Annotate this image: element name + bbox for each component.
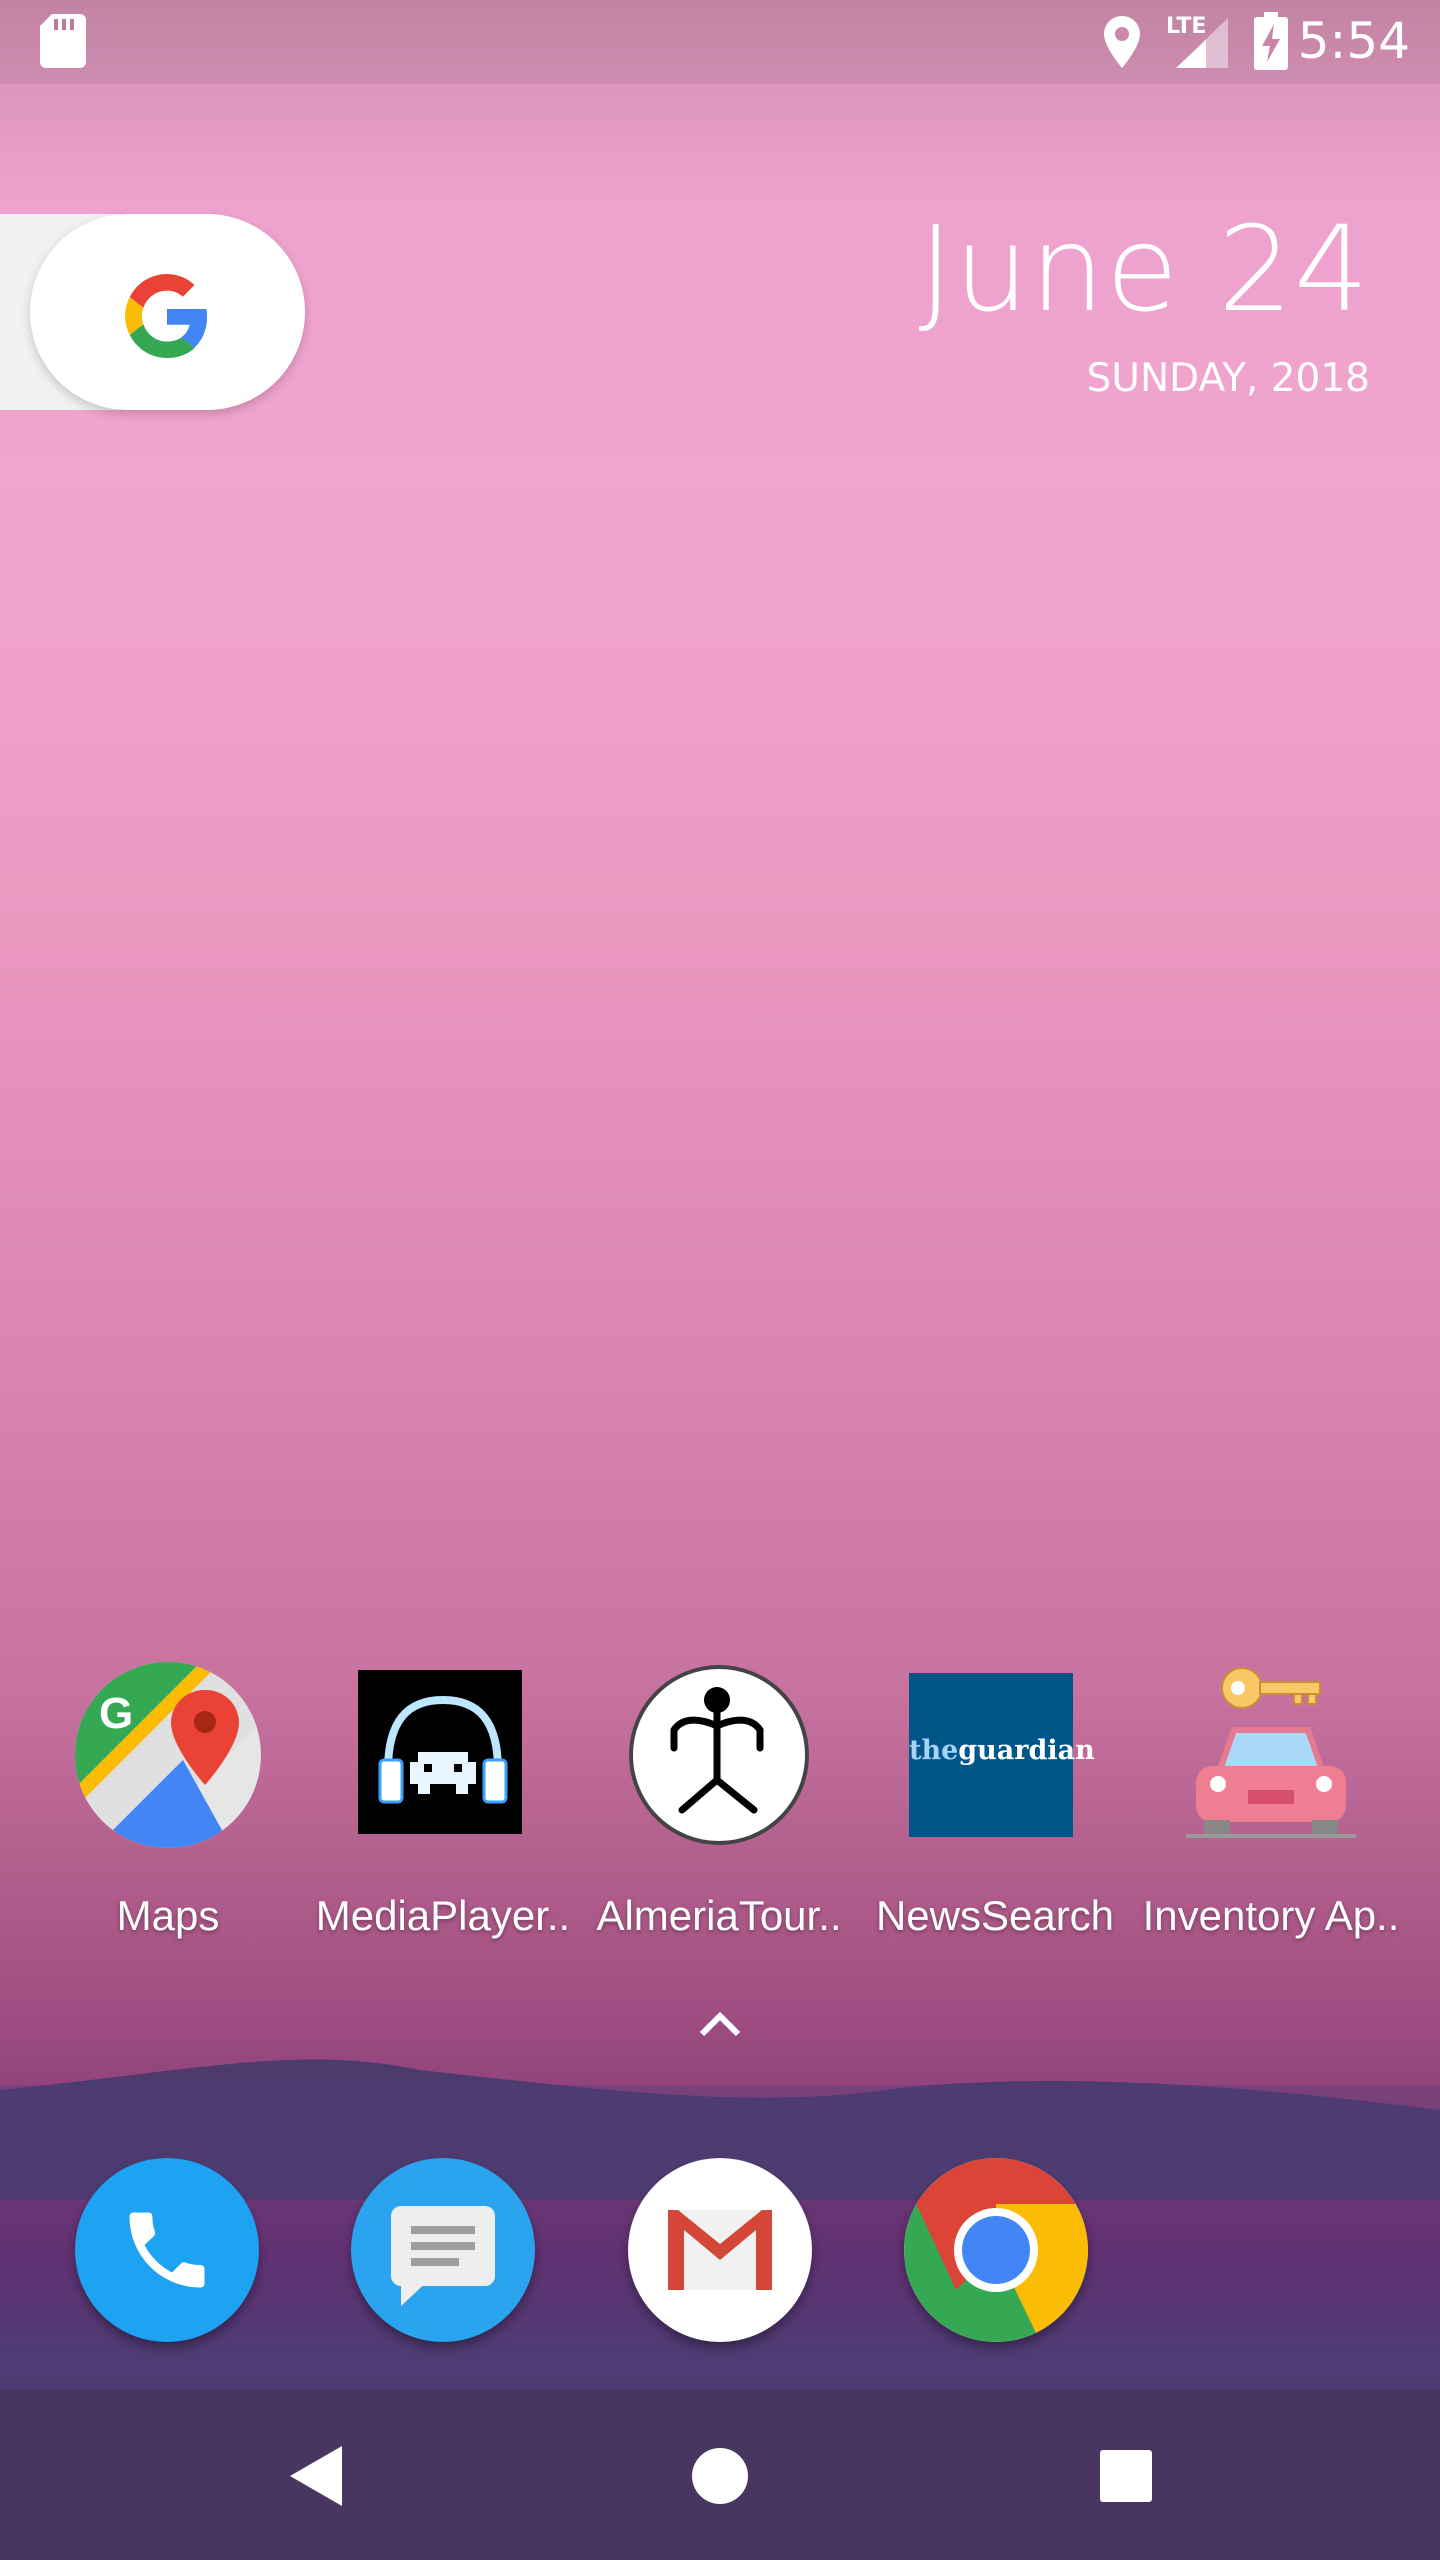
- location-icon: [1104, 16, 1140, 68]
- guardian-logo-the: the: [909, 1735, 959, 1766]
- app-almeria-tour[interactable]: AlmeriaTour..: [584, 1660, 854, 1940]
- app-inventory[interactable]: Inventory Ap..: [1136, 1660, 1406, 1940]
- media-player-icon: [348, 1660, 538, 1850]
- messages-icon[interactable]: [351, 2158, 535, 2342]
- guardian-logo-text: guardian: [958, 1735, 1095, 1766]
- app-label: Maps: [116, 1892, 220, 1939]
- sd-card-icon: [40, 14, 86, 68]
- app-drawer-chevron-up-icon[interactable]: [698, 2010, 742, 2038]
- back-icon[interactable]: [290, 2446, 342, 2506]
- google-search-pill[interactable]: [30, 214, 305, 410]
- navigation-bar: [0, 2390, 1440, 2560]
- date-widget-date[interactable]: June 24: [918, 200, 1370, 338]
- clock: 5:54: [1297, 12, 1410, 70]
- signal-icon: [1176, 18, 1228, 68]
- recents-icon[interactable]: [1100, 2450, 1152, 2502]
- app-news-search[interactable]: theguardian NewsSearch: [860, 1660, 1130, 1940]
- app-label: MediaPlayer..: [315, 1892, 571, 1939]
- date-widget-day[interactable]: SUNDAY, 2018: [1087, 356, 1370, 401]
- app-media-player[interactable]: MediaPlayer..: [308, 1660, 578, 1940]
- news-search-icon: theguardian: [900, 1660, 1095, 1850]
- svg-text:G: G: [99, 1689, 133, 1738]
- gmail-icon[interactable]: [628, 2158, 812, 2342]
- phone-icon[interactable]: [75, 2158, 259, 2342]
- app-maps[interactable]: G Maps: [33, 1660, 303, 1940]
- battery-charging-icon: [1254, 12, 1288, 70]
- home-icon[interactable]: [692, 2448, 748, 2504]
- chrome-icon[interactable]: [904, 2158, 1088, 2342]
- app-label: Inventory Ap..: [1142, 1892, 1400, 1939]
- status-bar: LTE 5:54: [0, 0, 1440, 84]
- almeria-tour-icon: [624, 1660, 814, 1850]
- app-label: NewsSearch: [875, 1892, 1115, 1939]
- app-label: AlmeriaTour..: [596, 1892, 842, 1939]
- google-g-icon: [125, 274, 208, 358]
- google-search-widget[interactable]: [0, 214, 305, 410]
- maps-icon: G: [73, 1660, 263, 1850]
- inventory-app-icon: [1176, 1660, 1366, 1850]
